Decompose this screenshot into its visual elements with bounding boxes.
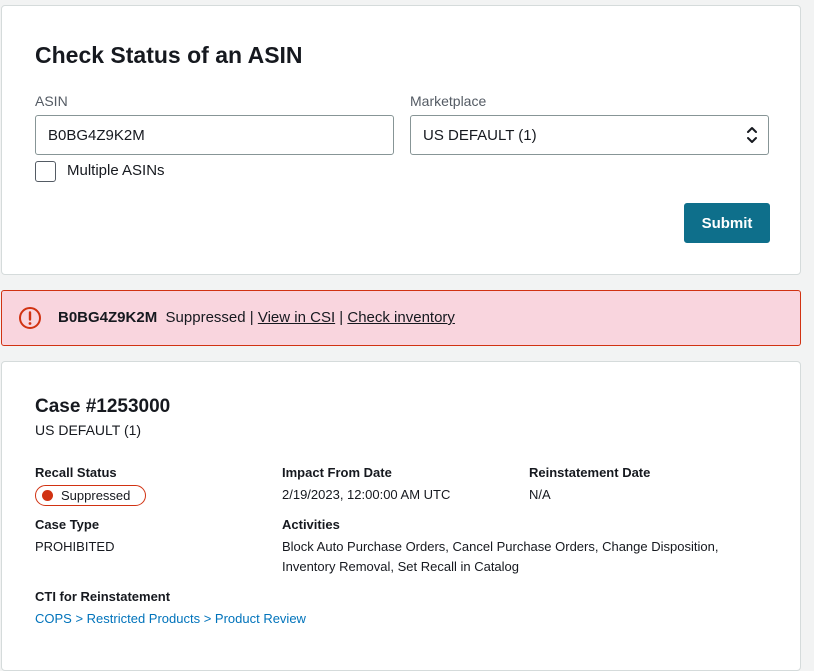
asin-input-value: B0BG4Z9K2M xyxy=(48,126,145,144)
case-type-label: Case Type xyxy=(35,517,100,532)
multiple-asins-checkbox[interactable] xyxy=(35,161,56,182)
status-badge-text: Suppressed xyxy=(61,488,131,503)
check-inventory-link[interactable]: Check inventory xyxy=(347,309,455,326)
alert-message: B0BG4Z9K2M Suppressed | View in CSI | Ch… xyxy=(58,309,455,326)
alert-status: Suppressed xyxy=(165,309,246,326)
status-alert: B0BG4Z9K2M Suppressed | View in CSI | Ch… xyxy=(1,290,801,346)
case-type-value: PROHIBITED xyxy=(35,539,115,554)
asin-status-form: Check Status of an ASIN ASIN B0BG4Z9K2M … xyxy=(1,5,801,275)
view-in-csi-link[interactable]: View in CSI xyxy=(258,309,335,326)
marketplace-select[interactable]: US DEFAULT (1) xyxy=(410,115,769,155)
multiple-asins-label: Multiple ASINs xyxy=(67,162,165,179)
cti-link[interactable]: COPS > Restricted Products > Product Rev… xyxy=(35,611,306,626)
alert-separator: | xyxy=(339,309,344,326)
alert-asin: B0BG4Z9K2M xyxy=(58,309,158,326)
cti-label: CTI for Reinstatement xyxy=(35,589,171,604)
asin-label: ASIN xyxy=(35,93,68,109)
case-marketplace: US DEFAULT (1) xyxy=(35,422,142,438)
marketplace-select-value: US DEFAULT (1) xyxy=(423,126,537,144)
page-title: Check Status of an ASIN xyxy=(35,42,303,68)
reinstatement-date-value: N/A xyxy=(529,487,551,502)
submit-button[interactable]: Submit xyxy=(684,203,770,243)
impact-date-value: 2/19/2023, 12:00:00 AM UTC xyxy=(282,487,451,502)
activities-line-1: Block Auto Purchase Orders, Cancel Purch… xyxy=(282,539,719,554)
impact-date-label: Impact From Date xyxy=(282,465,392,480)
status-dot-icon xyxy=(42,490,53,501)
case-details: Case #1253000 US DEFAULT (1) Recall Stat… xyxy=(1,361,801,671)
activities-line-2: Inventory Removal, Set Recall in Catalog xyxy=(282,559,520,574)
alert-separator: | xyxy=(249,309,254,326)
activities-label: Activities xyxy=(282,517,340,532)
select-arrows-icon xyxy=(747,127,757,143)
asin-input[interactable]: B0BG4Z9K2M xyxy=(35,115,394,155)
case-title: Case #1253000 xyxy=(35,396,171,417)
error-icon xyxy=(19,307,41,329)
marketplace-label: Marketplace xyxy=(410,93,487,109)
reinstatement-date-label: Reinstatement Date xyxy=(529,465,651,480)
recall-status-label: Recall Status xyxy=(35,465,117,480)
status-badge: Suppressed xyxy=(35,485,146,506)
